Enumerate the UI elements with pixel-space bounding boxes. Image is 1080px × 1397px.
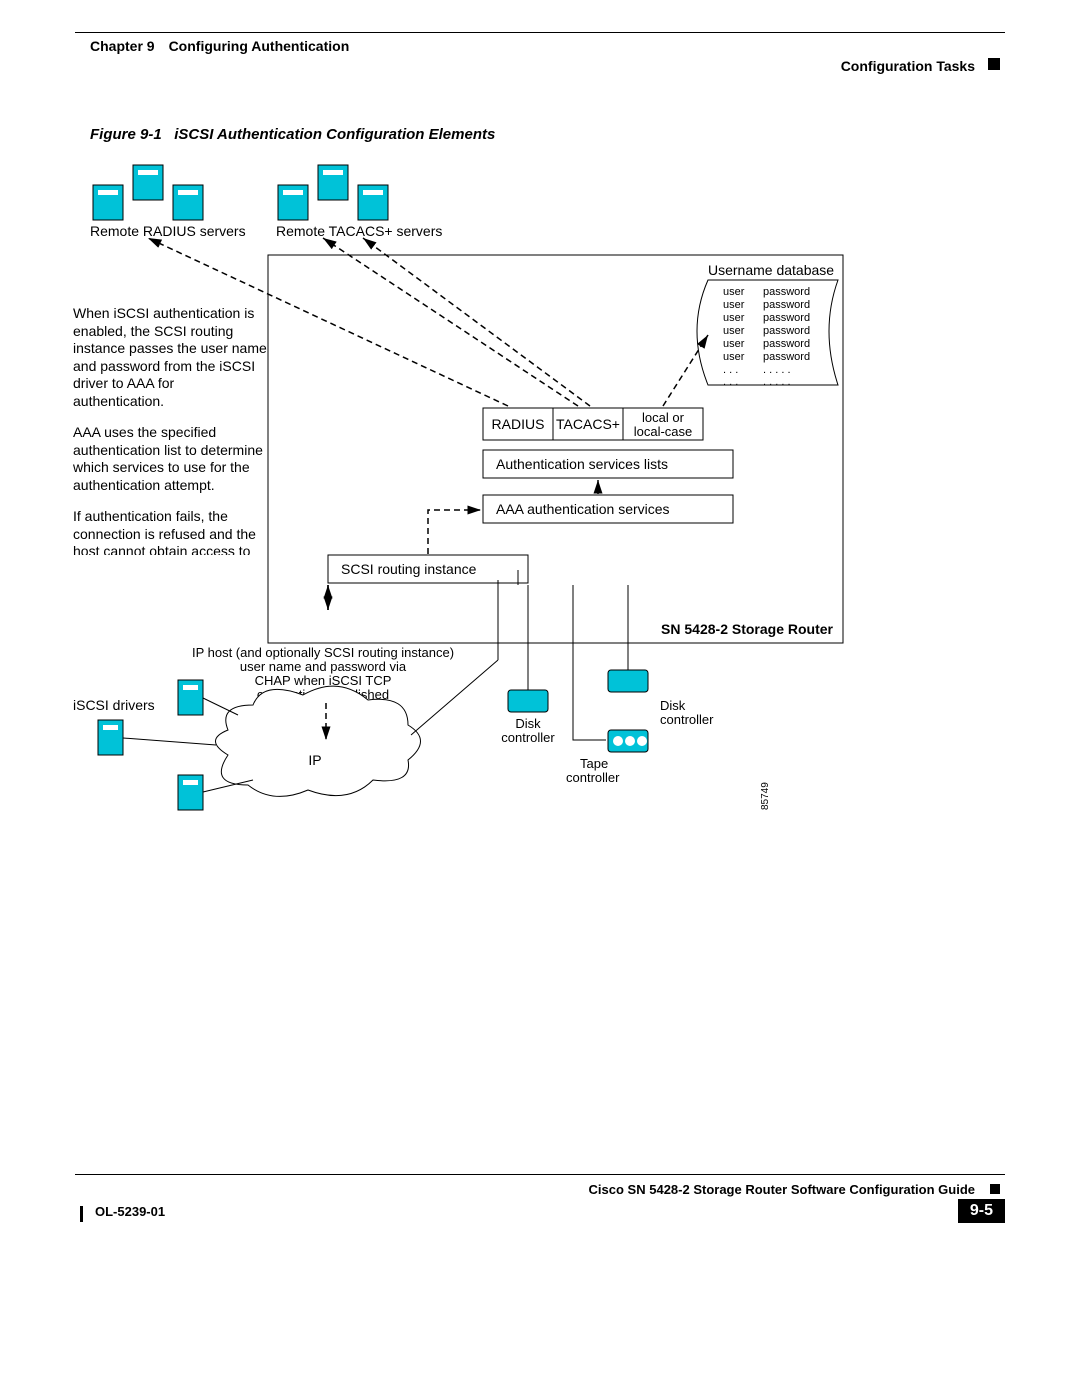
footer-doc: OL-5239-01	[95, 1204, 165, 1219]
svg-text:controller: controller	[566, 770, 620, 785]
svg-text:controller: controller	[660, 712, 714, 727]
svg-text:controller: controller	[501, 730, 555, 745]
footer-square-icon	[990, 1184, 1000, 1194]
header-rule	[75, 32, 1005, 33]
section-title: Configuration Tasks	[841, 58, 975, 74]
svg-text:AAA authentication services: AAA authentication services	[496, 501, 670, 517]
svg-text:userpassword: userpassword	[723, 325, 810, 337]
svg-text:userpassword: userpassword	[723, 286, 810, 298]
svg-text:Authentication services lists: Authentication services lists	[496, 456, 668, 472]
svg-text:TACACS+: TACACS+	[556, 416, 620, 432]
username-db-label: Username database	[708, 262, 834, 278]
chapter-title: Chapter 9 Configuring Authentication	[90, 38, 349, 54]
svg-text:RADIUS: RADIUS	[492, 416, 545, 432]
footer-book: Cisco SN 5428-2 Storage Router Software …	[589, 1182, 975, 1197]
svg-text:userpassword: userpassword	[723, 338, 810, 350]
svg-text:userpassword: userpassword	[723, 351, 810, 363]
svg-text:Disk: Disk	[515, 716, 541, 731]
page-number: 9-5	[958, 1199, 1005, 1223]
svg-text:IP: IP	[308, 752, 321, 768]
svg-text:userpassword: userpassword	[723, 299, 810, 311]
svg-text:85749: 85749	[760, 782, 771, 810]
storage-router-label: SN 5428-2 Storage Router	[661, 621, 833, 637]
tacacs-server-label: Remote TACACS+ servers	[276, 223, 442, 239]
figure-caption: Figure 9-1 iSCSI Authentication Configur…	[90, 126, 495, 143]
svg-text:IP host (and optionally SCSI r: IP host (and optionally SCSI routing ins…	[192, 645, 454, 660]
svg-text:SCSI routing instance: SCSI routing instance	[341, 561, 477, 577]
svg-text:CHAP when iSCSI TCP: CHAP when iSCSI TCP	[255, 673, 392, 688]
para3: If authentication fails, the connection …	[73, 508, 268, 555]
svg-text:user name and password via: user name and password via	[240, 659, 407, 674]
svg-text:userpassword: userpassword	[723, 312, 810, 324]
svg-text:Tape: Tape	[580, 756, 608, 771]
radius-server-label: Remote RADIUS servers	[90, 223, 246, 239]
svg-text:local or: local or	[642, 410, 685, 425]
svg-text:Disk: Disk	[660, 698, 686, 713]
svg-text:iSCSI drivers: iSCSI drivers	[73, 697, 155, 713]
svg-text:local-case: local-case	[634, 424, 693, 439]
para1: When iSCSI authentication is enabled, th…	[73, 305, 268, 410]
diagram-svg: Remote RADIUS servers Remote TACACS+ ser…	[68, 150, 848, 850]
header-square-icon	[988, 58, 1000, 70]
footer-left-bar	[80, 1206, 83, 1222]
footer-rule	[75, 1174, 1005, 1175]
para2: AAA uses the specified authentication li…	[73, 424, 268, 494]
